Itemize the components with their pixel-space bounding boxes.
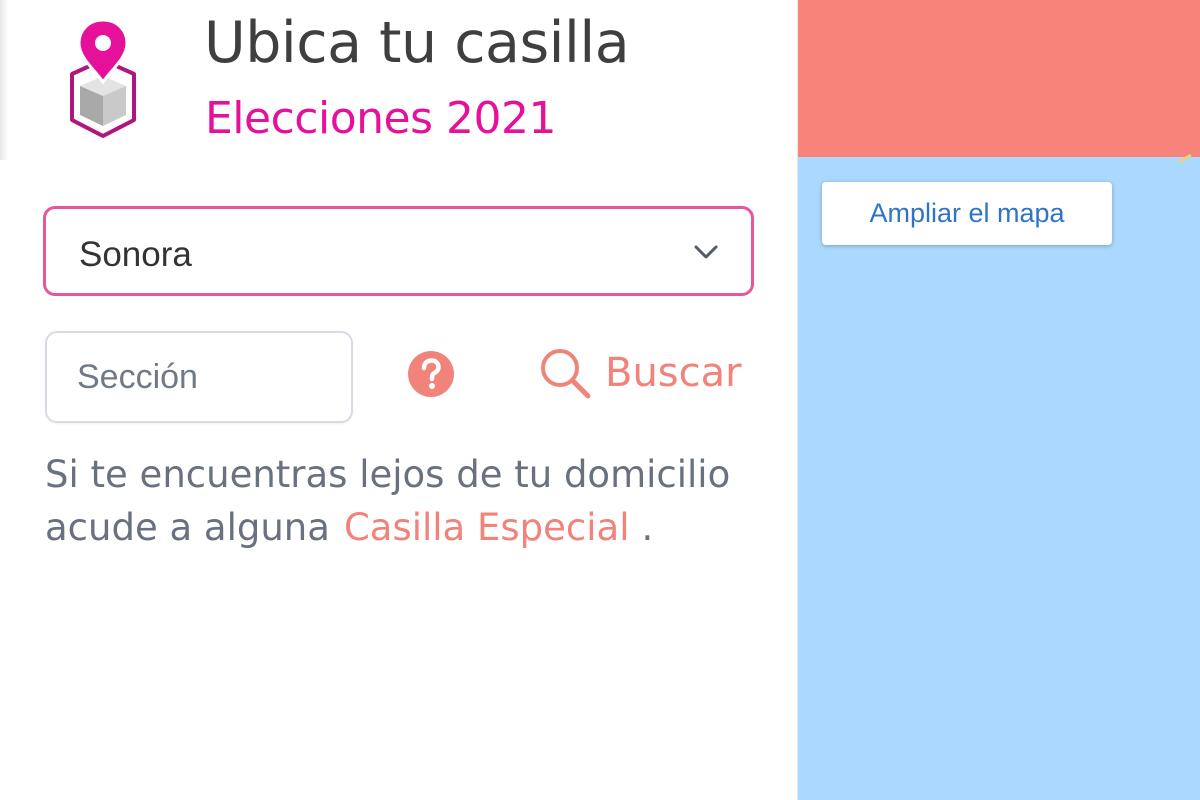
map-road-mark — [1178, 153, 1192, 163]
state-select-value: Sonora — [79, 235, 192, 274]
ballot-box-location-pin-icon — [70, 18, 136, 138]
search-panel: Ubica tu casilla Elecciones 2021 Sonora … — [0, 0, 797, 800]
panel-shadow — [0, 0, 8, 160]
special-booth-link[interactable]: Casilla Especial — [344, 506, 630, 549]
info-text-end: . — [641, 506, 654, 549]
search-icon — [541, 349, 591, 399]
state-select[interactable]: Sonora — [43, 206, 754, 296]
search-button-label: Buscar — [605, 350, 742, 396]
question-circle-icon[interactable] — [407, 350, 455, 398]
special-booth-info: Si te encuentras lejos de tu domicilio a… — [45, 448, 785, 554]
map-land-area — [797, 0, 1200, 157]
search-button[interactable]: Buscar — [538, 345, 742, 401]
page-title: Ubica tu casilla — [204, 10, 630, 76]
map-view[interactable] — [797, 0, 1200, 800]
expand-map-button[interactable]: Ampliar el mapa — [822, 182, 1112, 245]
page-subtitle: Elecciones 2021 — [205, 93, 556, 144]
expand-map-label: Ampliar el mapa — [869, 198, 1065, 228]
page: Ubica tu casilla Elecciones 2021 Sonora … — [0, 0, 1200, 800]
chevron-down-icon — [694, 245, 718, 259]
map-divider — [797, 0, 798, 800]
section-input[interactable] — [45, 331, 353, 423]
